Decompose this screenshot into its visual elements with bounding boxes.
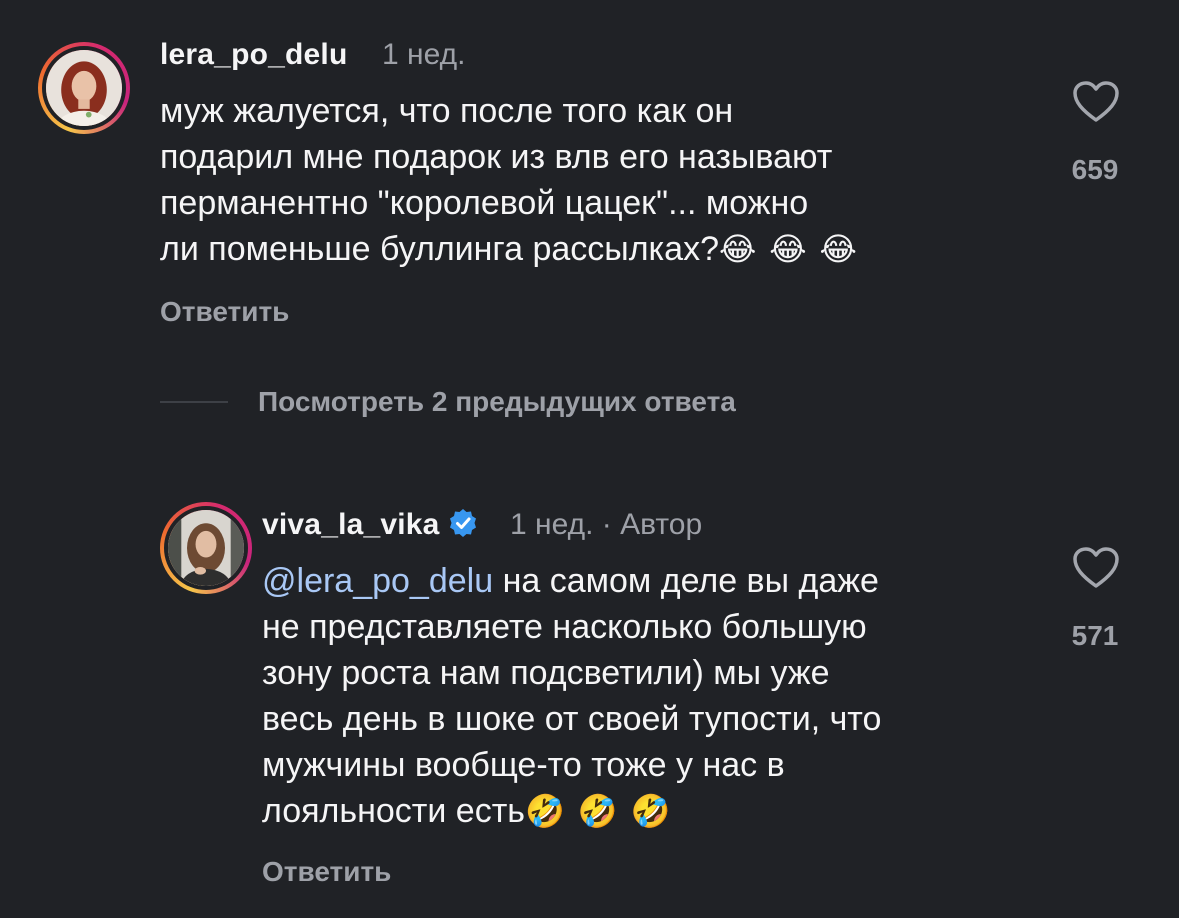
heart-icon[interactable] — [1072, 546, 1120, 590]
reply-username[interactable]: viva_la_vika — [262, 508, 478, 542]
reply-time: 1 нед. · Автор — [510, 508, 703, 541]
reply-body-first: на самом деле вы даже — [493, 562, 879, 600]
verified-badge-icon — [449, 509, 476, 537]
view-previous-replies[interactable]: Посмотреть 2 предыдущих ответа — [160, 384, 736, 420]
avatar-lera-po-delu[interactable] — [38, 42, 130, 134]
heart-icon[interactable] — [1072, 80, 1120, 124]
portrait-image — [168, 510, 244, 586]
view-replies-label: Посмотреть 2 предыдущих ответа — [258, 386, 736, 417]
divider-line — [160, 401, 228, 403]
mention-link[interactable]: @lera_po_delu — [262, 562, 493, 600]
comment-time: 1 нед. — [382, 38, 466, 71]
reply-button[interactable]: Ответить — [160, 296, 289, 328]
rolling-laughing-emoji: 🤣 🤣 🤣 — [525, 793, 673, 829]
reply-username-text: viva_la_vika — [262, 508, 440, 541]
avatar-image — [164, 506, 248, 590]
comment-username[interactable]: lera_po_delu — [160, 38, 347, 72]
like-count: 659 — [1071, 154, 1119, 185]
reply-button[interactable]: Ответить — [262, 856, 391, 888]
portrait-image — [46, 50, 122, 126]
like-count: 571 — [1071, 620, 1119, 651]
avatar-viva-la-vika[interactable] — [160, 502, 252, 594]
comment-text: муж жалуется, что после того как он пода… — [160, 88, 1040, 272]
reply-text: @lera_po_delu на самом деле вы даже не п… — [262, 558, 1062, 834]
comments-screen: lera_po_delu 1 нед. муж жалуется, что по… — [0, 0, 1179, 918]
laughing-emoji: 😂 😂 😂 — [718, 231, 859, 267]
avatar-image — [42, 46, 126, 130]
